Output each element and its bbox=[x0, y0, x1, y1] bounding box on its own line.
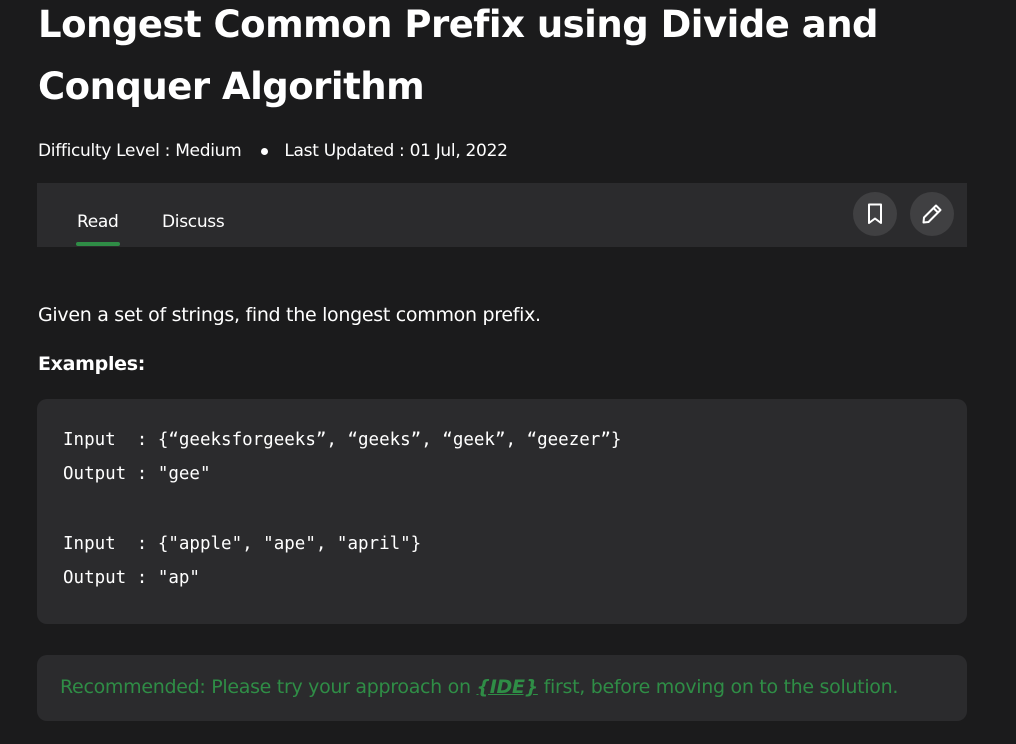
ide-link[interactable]: {IDE} bbox=[476, 676, 538, 698]
code-line: Input : {"apple", "ape", "april"} bbox=[63, 534, 422, 554]
bookmark-button[interactable] bbox=[853, 192, 897, 236]
bookmark-icon bbox=[868, 203, 882, 224]
last-updated: Last Updated : 01 Jul, 2022 bbox=[284, 141, 508, 161]
tab-read[interactable]: Read bbox=[76, 212, 120, 246]
article-page: Longest Common Prefix using Divide and C… bbox=[0, 0, 1016, 744]
code-line: Output : "gee" bbox=[63, 464, 211, 484]
recommendation-prefix: Recommended: Please try your approach on bbox=[60, 676, 477, 698]
examples-code-block: Input : {“geeksforgeeks”, “geeks”, “geek… bbox=[37, 399, 967, 624]
tab-read-label: Read bbox=[77, 212, 119, 232]
tab-discuss-label: Discuss bbox=[162, 212, 225, 232]
article-meta: Difficulty Level : Medium Last Updated :… bbox=[38, 139, 508, 163]
difficulty-level: Difficulty Level : Medium bbox=[38, 141, 242, 161]
recommendation-suffix: first, before moving on to the solution. bbox=[537, 676, 899, 698]
tab-discuss[interactable]: Discuss bbox=[162, 212, 225, 246]
recommendation-banner: Recommended: Please try your approach on… bbox=[37, 655, 967, 721]
article-tab-bar: Read Discuss bbox=[37, 183, 967, 247]
code-line: Output : "ap" bbox=[63, 568, 200, 588]
recommendation-text: Recommended: Please try your approach on… bbox=[60, 676, 898, 698]
code-line: Input : {“geeksforgeeks”, “geeks”, “geek… bbox=[63, 430, 622, 450]
edit-button[interactable] bbox=[910, 192, 954, 236]
problem-statement: Given a set of strings, find the longest… bbox=[38, 304, 541, 326]
article-title: Longest Common Prefix using Divide and C… bbox=[38, 3, 879, 108]
separator-dot bbox=[261, 147, 269, 155]
active-tab-indicator bbox=[76, 242, 120, 246]
examples-heading: Examples: bbox=[38, 353, 146, 375]
edit-pencil-icon bbox=[922, 204, 942, 224]
